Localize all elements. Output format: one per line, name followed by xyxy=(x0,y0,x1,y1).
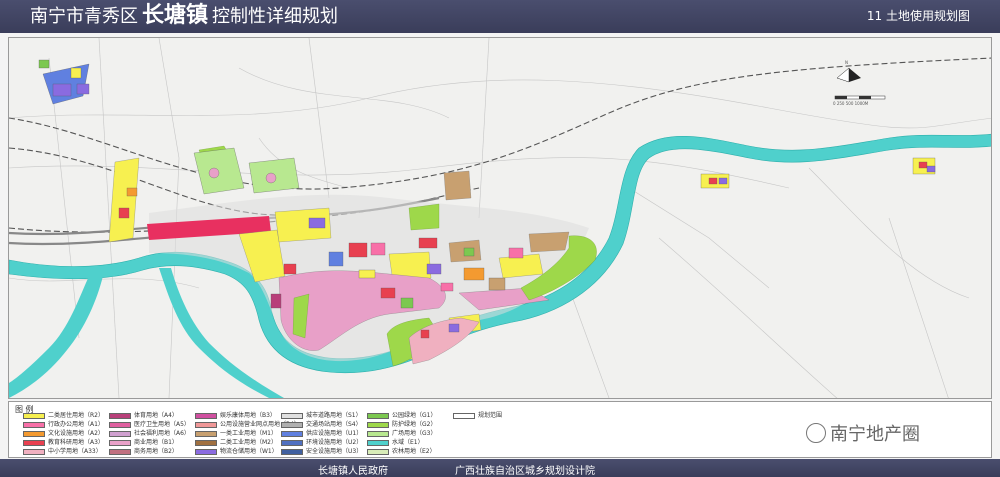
legend-swatch xyxy=(195,448,217,455)
legend-swatch xyxy=(109,448,131,455)
legend-swatch xyxy=(367,412,389,419)
legend-item: 水域（E1） xyxy=(367,439,424,447)
legend-label: 环境设施用地（U2） xyxy=(306,439,363,446)
header-bar: 南宁市青秀区 长塘镇 控制性详细规划 11 土地使用规划图 xyxy=(0,0,1000,33)
legend-swatch xyxy=(281,412,303,419)
river-bend-west xyxy=(9,276,103,398)
legend-swatch xyxy=(195,430,217,437)
title-prefix: 南宁市青秀区 xyxy=(30,6,138,27)
north-label: N xyxy=(845,60,848,65)
northwest-cluster xyxy=(38,59,90,105)
watermark-text: 南宁地产圈 xyxy=(830,424,920,445)
legend-label: 广场用地（G3） xyxy=(392,430,437,437)
legend-swatch xyxy=(453,412,475,419)
footer-bar: 长塘镇人民政府 广西壮族自治区城乡规划设计院 xyxy=(0,459,1000,477)
legend-item: 教育科研用地（A3） xyxy=(23,439,104,447)
legend-label: 公园绿地（G1） xyxy=(392,412,437,419)
legend-label: 交通场站用地（S4） xyxy=(306,421,362,428)
legend-item: 文化设施用地（A2） xyxy=(23,430,104,438)
legend-item: 规划范围 xyxy=(453,412,502,420)
legend-label: 行政办公用地（A1） xyxy=(48,421,104,428)
sheet-label: 11 土地使用规划图 xyxy=(866,9,970,23)
footer-client: 长塘镇人民政府 xyxy=(318,466,388,477)
legend-swatch xyxy=(367,430,389,437)
legend-item: 安全设施用地（U3） xyxy=(281,448,362,456)
legend-swatch xyxy=(109,412,131,419)
north-park xyxy=(193,147,300,195)
legend-item: 中小学用地（A33） xyxy=(23,448,102,456)
legend-item: 公园绿地（G1） xyxy=(367,412,436,420)
legend-swatch xyxy=(23,421,45,428)
legend-item: 城市道路用地（S1） xyxy=(281,412,362,420)
legend-item: 社会福利用地（A6） xyxy=(109,430,190,438)
legend-item: 医疗卫生用地（A5） xyxy=(109,421,190,429)
north-arrow: N xyxy=(836,60,861,83)
legend-swatch xyxy=(109,430,131,437)
legend-item: 农林用地（E2） xyxy=(367,448,436,456)
legend-label: 一类工业用地（M1） xyxy=(220,430,277,437)
legend-label: 城市道路用地（S1） xyxy=(306,412,362,419)
legend-label: 商务用地（B2） xyxy=(134,448,178,455)
title-suffix: 控制性详细规划 xyxy=(212,6,339,27)
legend-label: 供应设施用地（U1） xyxy=(306,430,363,437)
legend-item: 体育用地（A4） xyxy=(109,412,178,420)
watermark: 南宁地产圈 xyxy=(806,422,920,445)
legend-label: 防护绿地（G2） xyxy=(392,421,437,428)
legend-swatch xyxy=(23,439,45,446)
legend-label: 娱乐康体用地（B3） xyxy=(220,412,276,419)
legend-label: 二类工业用地（M2） xyxy=(220,439,277,446)
land-use-map[interactable]: N 0 250 500 1000M xyxy=(8,37,992,399)
legend-item: 一类工业用地（M1） xyxy=(195,430,277,438)
legend-item: 防护绿地（G2） xyxy=(367,421,436,429)
legend-label: 物流仓储用地（W1） xyxy=(220,448,278,455)
scale-bar: 0 250 500 1000M xyxy=(833,95,886,106)
legend-swatch xyxy=(23,412,45,419)
legend-item: 交通场站用地（S4） xyxy=(281,421,362,429)
legend-item: 供应设施用地（U1） xyxy=(281,430,362,438)
legend-swatch xyxy=(281,421,303,428)
page-title: 南宁市青秀区 长塘镇 控制性详细规划 xyxy=(30,4,338,29)
legend-item: 商务用地（B2） xyxy=(109,448,178,456)
legend-item: 物流仓储用地（W1） xyxy=(195,448,278,456)
legend-swatch xyxy=(281,430,303,437)
legend-item: 娱乐康体用地（B3） xyxy=(195,412,276,420)
legend-label: 安全设施用地（U3） xyxy=(306,448,363,455)
scale-label: 0 250 500 1000M xyxy=(833,101,869,106)
legend-label: 医疗卫生用地（A5） xyxy=(134,421,190,428)
legend-item: 环境设施用地（U2） xyxy=(281,439,362,447)
legend-swatch xyxy=(109,439,131,446)
legend-label: 二类居住用地（R2） xyxy=(48,412,104,419)
legend-item: 行政办公用地（A1） xyxy=(23,421,104,429)
legend-swatch xyxy=(281,439,303,446)
legend-swatch xyxy=(281,448,303,455)
legend-swatch xyxy=(367,448,389,455)
legend-swatch xyxy=(195,412,217,419)
legend-label: 中小学用地（A33） xyxy=(48,448,102,455)
plan-sheet: 南宁市青秀区 长塘镇 控制性详细规划 11 土地使用规划图 N 0 250 50… xyxy=(0,0,1000,477)
legend-label: 教育科研用地（A3） xyxy=(48,439,104,446)
legend-item: 二类工业用地（M2） xyxy=(195,439,277,447)
legend-swatch xyxy=(23,430,45,437)
legend-label: 社会福利用地（A6） xyxy=(134,430,190,437)
legend-label: 规划范围 xyxy=(478,412,503,419)
legend-swatch xyxy=(109,421,131,428)
footer-designer: 广西壮族自治区城乡规划设计院 xyxy=(455,466,595,477)
legend-swatch xyxy=(195,439,217,446)
map-canvas: N 0 250 500 1000M xyxy=(9,38,991,398)
legend-swatch xyxy=(367,421,389,428)
legend-label: 文化设施用地（A2） xyxy=(48,430,104,437)
east-village xyxy=(700,157,936,189)
legend-swatch xyxy=(367,439,389,446)
legend-label: 体育用地（A4） xyxy=(134,412,178,419)
title-town: 长塘镇 xyxy=(142,3,209,28)
legend-label: 水域（E1） xyxy=(392,439,424,446)
legend-swatch xyxy=(23,448,45,455)
legend-item: 二类居住用地（R2） xyxy=(23,412,104,420)
legend-label: 商业用地（B1） xyxy=(134,439,178,446)
legend-label: 农林用地（E2） xyxy=(392,448,436,455)
legend-swatch xyxy=(195,421,217,428)
chat-bubble-icon xyxy=(806,423,826,443)
legend-item: 商业用地（B1） xyxy=(109,439,178,447)
legend-item: 广场用地（G3） xyxy=(367,430,436,438)
